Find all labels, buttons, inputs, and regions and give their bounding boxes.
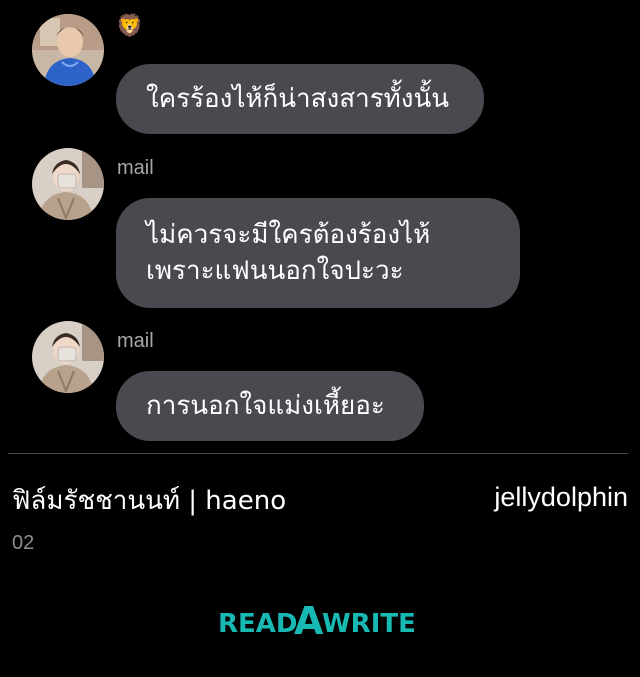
message-text: ใครร้องไห้ก็น่าสงสารทั้งนั้น <box>146 84 450 114</box>
logo-text-read: READ <box>218 609 298 638</box>
avatar-photo-icon <box>32 148 104 220</box>
message-text: การนอกใจแม่งเหี้ยอะ <box>146 391 385 421</box>
message-text: ไม่ควรจะมีใครต้องร้องไห้ <box>146 220 431 250</box>
sender-name: mail <box>117 157 154 179</box>
message-bubble[interactable]: ไม่ควรจะมีใครต้องร้องไห้ เพราะแฟนนอกใจปะ… <box>116 198 520 308</box>
divider <box>8 453 628 454</box>
logo-text-a: A <box>294 599 324 638</box>
logo-text-write: WRITE <box>322 609 416 638</box>
sender-name: mail <box>117 330 154 352</box>
message-bubble[interactable]: ใครร้องไห้ก็น่าสงสารทั้งนั้น <box>116 64 484 134</box>
message-group-1: 🦁 ใครร้องไห้ก็น่าสงสารทั้งนั้น <box>0 14 640 136</box>
avatar[interactable] <box>32 14 104 86</box>
message-group-3: mail การนอกใจแม่งเหี้ยอะ <box>0 321 640 441</box>
avatar-photo-icon <box>32 14 104 86</box>
avatar[interactable] <box>32 148 104 220</box>
sender-emoji: 🦁 <box>116 14 144 39</box>
readawrite-logo: READ A WRITE <box>218 599 416 638</box>
message-group-2: mail ไม่ควรจะมีใครต้องร้องไห้ เพราะแฟนนอ… <box>0 148 640 308</box>
avatar-photo-icon <box>32 321 104 393</box>
message-text: เพราะแฟนนอกใจปะวะ <box>146 256 404 286</box>
story-author[interactable]: ฟิล์มรัชชานนท์ | haeno <box>12 480 286 521</box>
page-number: 02 <box>12 532 35 554</box>
writer-username[interactable]: jellydolphin <box>494 482 628 513</box>
message-bubble[interactable]: การนอกใจแม่งเหี้ยอะ <box>116 371 424 441</box>
avatar[interactable] <box>32 321 104 393</box>
